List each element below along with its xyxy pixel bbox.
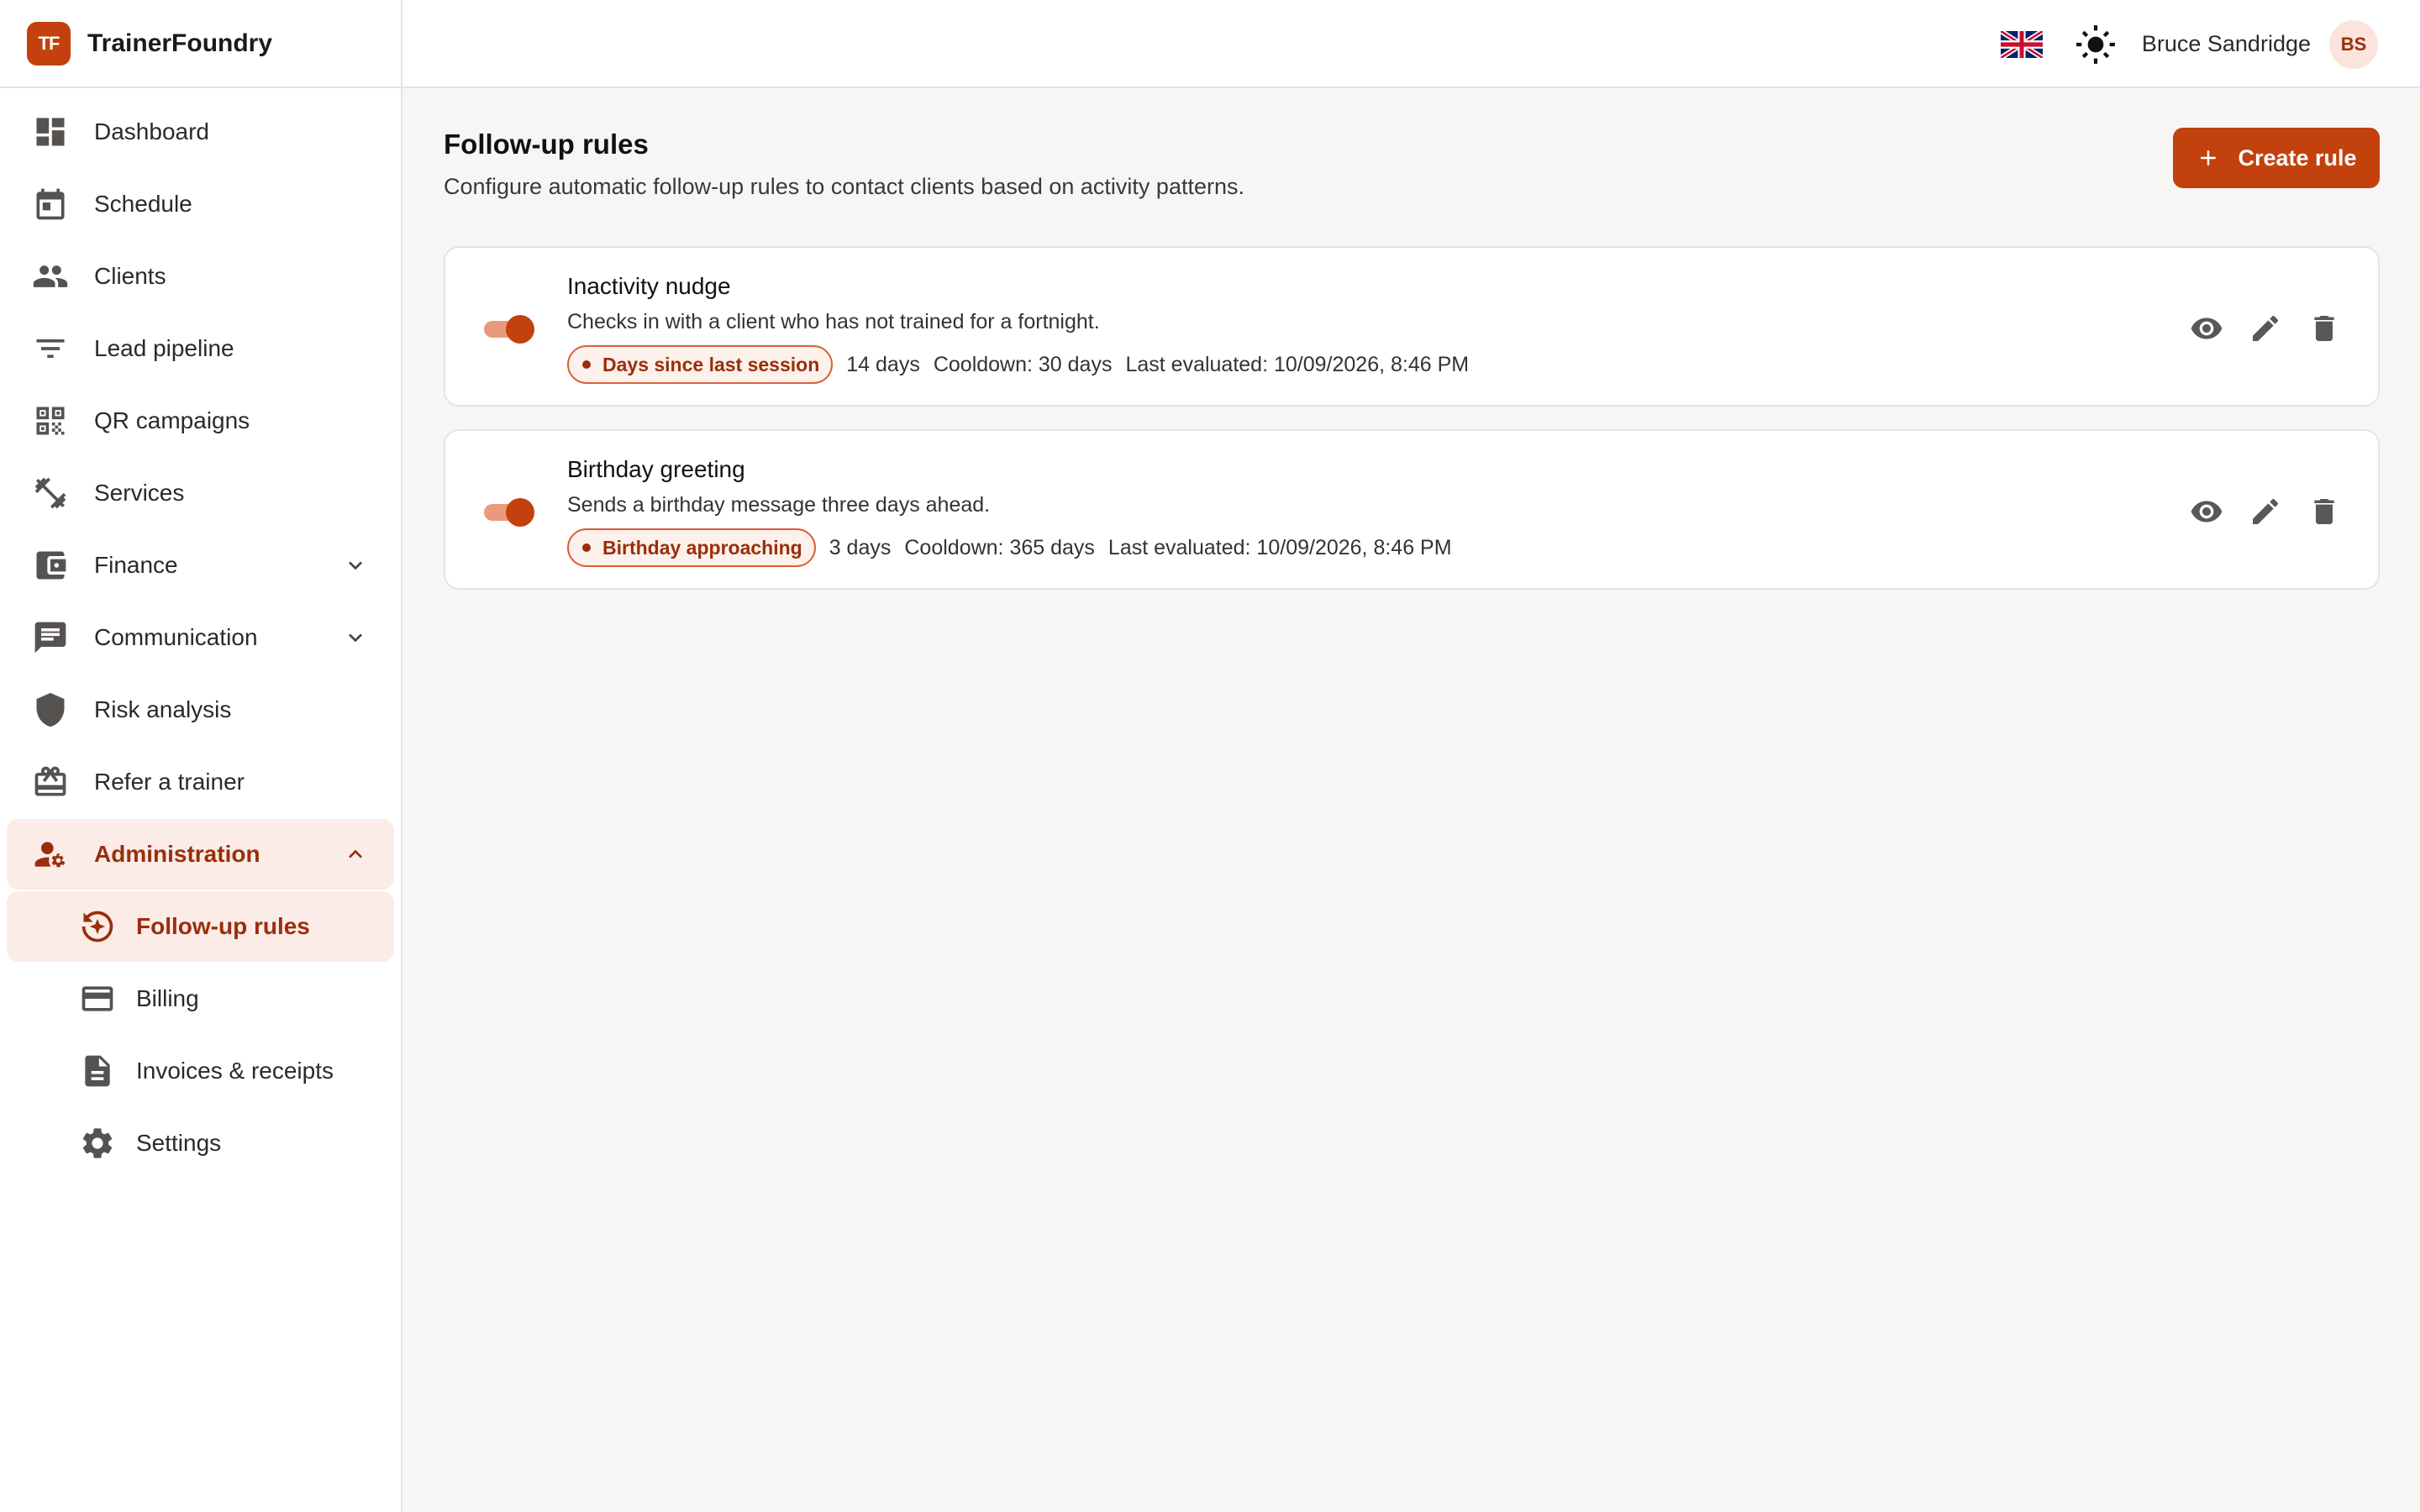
rule-meta: Days since last session 14 days Cooldown… <box>567 345 1482 384</box>
rule-cooldown: Cooldown: 30 days <box>933 352 1113 376</box>
sidebar-item-label: Finance <box>94 552 178 578</box>
rule-last-evaluated: Last evaluated: 10/09/2026, 8:46 PM <box>1125 352 1470 376</box>
sidebar-item-label: Services <box>94 480 185 506</box>
avatar[interactable]: BS <box>2329 19 2378 69</box>
follow-up-icon <box>77 906 118 947</box>
delete-icon[interactable] <box>2304 491 2344 532</box>
chevron-up-icon[interactable] <box>342 841 369 868</box>
sidebar-item-refer-a-trainer[interactable]: Refer a trainer <box>7 747 394 817</box>
sidebar-item-label: Refer a trainer <box>94 769 245 795</box>
edit-icon[interactable] <box>2245 491 2286 532</box>
sidebar-item-label: Risk analysis <box>94 696 232 722</box>
rule-enabled-toggle[interactable] <box>484 315 534 344</box>
brand-logo: TF <box>27 21 71 66</box>
page-title: Follow-up rules <box>444 129 649 160</box>
sidebar-item-label: Invoices & receipts <box>136 1058 334 1084</box>
chat-icon <box>30 617 71 658</box>
chevron-down-icon[interactable] <box>342 624 369 651</box>
uk-flag-icon[interactable] <box>1999 28 2044 60</box>
rule-threshold: 3 days <box>829 535 892 559</box>
sidebar-item-invoices-receipts[interactable]: Invoices & receipts <box>7 1036 394 1106</box>
sidebar: TF TrainerFoundry Dashboard Schedule Cli… <box>0 0 402 1512</box>
topbar: Bruce Sandridge BS <box>402 0 2420 88</box>
sidebar-item-dashboard[interactable]: Dashboard <box>7 97 394 167</box>
sidebar-item-label: Clients <box>94 263 166 289</box>
rules-list: Inactivity nudge Checks in with a client… <box>444 246 2380 612</box>
sidebar-item-label: Schedule <box>94 191 192 217</box>
rule-description: Checks in with a client who has not trai… <box>567 310 1100 333</box>
rule-last-evaluated: Last evaluated: 10/09/2026, 8:46 PM <box>1107 535 1452 559</box>
user-name[interactable]: Bruce Sandridge <box>2142 31 2311 57</box>
delete-icon[interactable] <box>2304 308 2344 349</box>
sidebar-item-lead-pipeline[interactable]: Lead pipeline <box>7 313 394 384</box>
sidebar-item-risk-analysis[interactable]: Risk analysis <box>7 675 394 745</box>
credit-card-icon <box>77 979 118 1019</box>
plus-icon <box>2196 145 2221 171</box>
rule-card: Birthday greeting Sends a birthday messa… <box>444 429 2380 590</box>
dot-icon <box>582 360 591 369</box>
admin-icon <box>30 834 71 874</box>
sidebar-item-communication[interactable]: Communication <box>7 602 394 673</box>
sidebar-item-finance[interactable]: Finance <box>7 530 394 601</box>
filter-icon <box>30 328 71 369</box>
brand[interactable]: TF TrainerFoundry <box>0 0 401 88</box>
sidebar-item-billing[interactable]: Billing <box>7 963 394 1034</box>
brand-name: TrainerFoundry <box>87 29 273 57</box>
rule-meta: Birthday approaching 3 days Cooldown: 36… <box>567 528 1465 567</box>
rule-card: Inactivity nudge Checks in with a client… <box>444 246 2380 407</box>
sidebar-item-schedule[interactable]: Schedule <box>7 169 394 239</box>
trigger-label: Birthday approaching <box>602 536 802 559</box>
dumbbell-icon <box>30 473 71 513</box>
toggle-thumb <box>506 498 534 527</box>
rule-threshold: 14 days <box>846 352 920 376</box>
rule-enabled-toggle[interactable] <box>484 498 534 527</box>
dashboard-icon <box>30 112 71 152</box>
sidebar-item-clients[interactable]: Clients <box>7 241 394 312</box>
rule-cooldown: Cooldown: 365 days <box>904 535 1095 559</box>
qr-code-icon <box>30 401 71 441</box>
document-icon <box>77 1051 118 1091</box>
trigger-badge: Days since last session <box>567 345 834 384</box>
rule-description: Sends a birthday message three days ahea… <box>567 493 991 517</box>
sidebar-item-qr-campaigns[interactable]: QR campaigns <box>7 386 394 456</box>
sidebar-nav: Dashboard Schedule Clients Lead pipeline… <box>0 88 401 1179</box>
shield-icon <box>30 690 71 730</box>
sidebar-item-administration[interactable]: Administration <box>7 819 394 890</box>
rule-name: Inactivity nudge <box>567 273 731 299</box>
trigger-label: Days since last session <box>602 353 820 375</box>
sidebar-item-services[interactable]: Services <box>7 458 394 528</box>
sidebar-item-label: Settings <box>136 1130 222 1156</box>
chevron-down-icon[interactable] <box>342 552 369 579</box>
topbar-right: Bruce Sandridge BS <box>1999 0 2378 88</box>
sidebar-item-follow-up-rules[interactable]: Follow-up rules <box>7 891 394 962</box>
gear-icon <box>77 1123 118 1163</box>
rule-actions <box>2168 491 2344 532</box>
sidebar-item-label: Billing <box>136 985 199 1011</box>
sidebar-item-label: QR campaigns <box>94 407 250 433</box>
eye-icon[interactable] <box>2186 308 2227 349</box>
sidebar-item-label: Lead pipeline <box>94 335 234 361</box>
create-rule-button[interactable]: Create rule <box>2173 128 2380 188</box>
calendar-icon <box>30 184 71 224</box>
edit-icon[interactable] <box>2245 308 2286 349</box>
sidebar-item-label: Dashboard <box>94 118 209 144</box>
wallet-icon <box>30 545 71 585</box>
people-icon <box>30 256 71 297</box>
dot-icon <box>582 543 591 552</box>
sidebar-item-label: Administration <box>94 841 260 867</box>
sidebar-item-settings[interactable]: Settings <box>7 1108 394 1179</box>
eye-icon[interactable] <box>2186 491 2227 532</box>
rule-name: Birthday greeting <box>567 456 745 482</box>
create-rule-label: Create rule <box>2238 144 2357 171</box>
gift-card-icon <box>30 762 71 802</box>
toggle-thumb <box>506 315 534 344</box>
trigger-badge: Birthday approaching <box>567 528 816 567</box>
sun-icon[interactable] <box>2075 24 2117 66</box>
rule-actions <box>2168 308 2344 349</box>
sidebar-item-label: Follow-up rules <box>136 913 310 939</box>
sidebar-item-label: Communication <box>94 624 258 650</box>
page-subtitle: Configure automatic follow-up rules to c… <box>444 174 1244 199</box>
